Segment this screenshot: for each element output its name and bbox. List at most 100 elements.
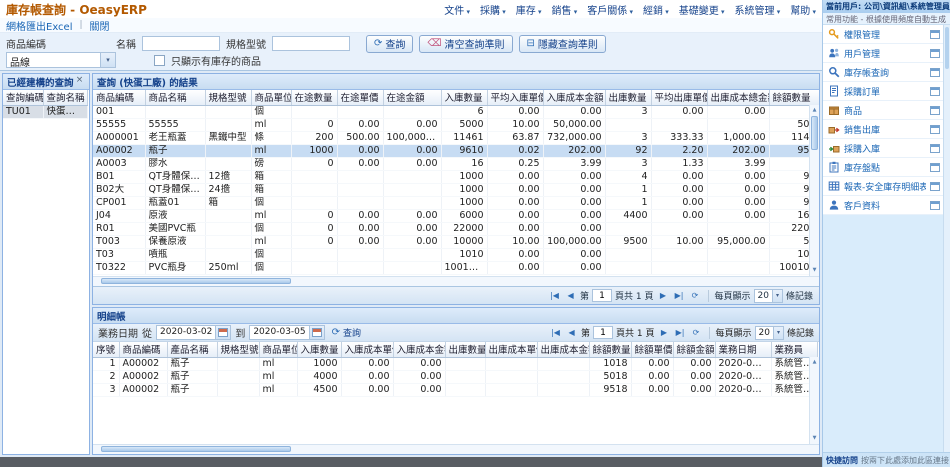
- first-page-button[interactable]: |◀: [548, 289, 561, 302]
- menu-inventory[interactable]: 庫存: [516, 2, 542, 17]
- table-row[interactable]: R01美國PVC瓶個00.000.00220000.000.0022000: [93, 222, 819, 235]
- menu-help[interactable]: 幫助: [790, 2, 816, 17]
- quick-access-bar[interactable]: 快捷訪問 按兩下此處添加此區連接: [823, 452, 950, 467]
- sidebar-item-stocktake[interactable]: 庫存盤點: [823, 158, 950, 177]
- column-header[interactable]: 入庫數量: [441, 90, 487, 105]
- scrollbar-thumb[interactable]: [101, 278, 291, 284]
- spec-input[interactable]: [272, 36, 350, 51]
- refresh-button[interactable]: ⟳: [690, 326, 703, 339]
- table-row[interactable]: A0003膠水磅00.000.00160.253.9931.333.9913: [93, 157, 819, 170]
- page-size-select[interactable]: 20 ▾: [755, 326, 784, 340]
- prev-page-button[interactable]: ◀: [565, 326, 578, 339]
- column-header[interactable]: 在途金額: [383, 90, 441, 105]
- column-header[interactable]: 餘額金額: [673, 342, 715, 357]
- stock-only-checkbox[interactable]: [154, 55, 165, 66]
- table-row[interactable]: B01QT身體保養...12擔箱10000.000.0040.000.00996: [93, 170, 819, 183]
- open-window-icon[interactable]: [930, 87, 940, 96]
- column-header[interactable]: 餘額數量: [769, 90, 819, 105]
- column-header[interactable]: 在途單價: [337, 90, 383, 105]
- product-code-select[interactable]: 品線 ▾: [6, 52, 116, 68]
- column-header[interactable]: 序號: [93, 342, 119, 357]
- open-window-icon[interactable]: [930, 182, 940, 191]
- vertical-scrollbar[interactable]: ▲ ▼: [809, 357, 819, 444]
- column-header[interactable]: 商品編碼: [119, 342, 167, 357]
- to-date-field[interactable]: 2020-03-05: [249, 325, 324, 340]
- table-row[interactable]: A00002瓶子ml10000.000.0096100.02202.00922.…: [93, 144, 819, 157]
- open-window-icon[interactable]: [930, 106, 940, 115]
- menu-distribution[interactable]: 經銷: [643, 2, 669, 17]
- table-row[interactable]: 1A00002瓶子ml10000.000.0010180.000.002020-…: [93, 357, 817, 370]
- open-window-icon[interactable]: [930, 30, 940, 39]
- open-window-icon[interactable]: [930, 49, 940, 58]
- sidebar-item-purchase-order[interactable]: 採購訂單: [823, 82, 950, 101]
- scroll-up-icon[interactable]: ▲: [810, 358, 819, 367]
- detail-query-button[interactable]: ⟳ 查詢: [329, 326, 364, 339]
- refresh-button[interactable]: ⟳: [689, 289, 702, 302]
- column-header[interactable]: 入庫成本單價: [341, 342, 393, 357]
- column-header[interactable]: 商品編碼: [93, 90, 145, 105]
- open-window-icon[interactable]: [930, 201, 940, 210]
- column-header[interactable]: 入庫數量: [297, 342, 341, 357]
- column-header[interactable]: 查詢編碼: [3, 90, 43, 105]
- clear-criteria-button[interactable]: ⌫ 清空查詢準則: [419, 35, 512, 53]
- from-date-field[interactable]: 2020-03-02: [156, 325, 231, 340]
- hide-criteria-button[interactable]: ⊟ 隱藏查詢準則: [519, 35, 606, 53]
- column-header[interactable]: 產品名稱: [167, 342, 217, 357]
- export-excel-link[interactable]: 網格匯出Excel: [6, 18, 73, 33]
- scroll-down-icon[interactable]: ▼: [810, 266, 819, 275]
- scrollbar-thumb[interactable]: [101, 446, 291, 452]
- sidebar-item-purchase-inbound[interactable]: 採購入庫: [823, 139, 950, 158]
- open-window-icon[interactable]: [930, 144, 940, 153]
- first-page-button[interactable]: |◀: [549, 326, 562, 339]
- column-header[interactable]: 出庫數量: [605, 90, 651, 105]
- close-panel-icon[interactable]: ×: [74, 76, 85, 87]
- next-page-button[interactable]: ▶: [658, 326, 671, 339]
- column-header[interactable]: 商品單位: [259, 342, 297, 357]
- scroll-down-icon[interactable]: ▼: [810, 434, 819, 443]
- scrollbar-thumb[interactable]: [945, 27, 949, 69]
- table-row[interactable]: 001個60.000.0030.000.003: [93, 105, 819, 118]
- scrollbar-thumb[interactable]: [811, 116, 818, 150]
- menu-customer-relations[interactable]: 客戶關係: [587, 2, 633, 17]
- page-number-input[interactable]: [592, 289, 612, 302]
- column-header[interactable]: 規格型號: [217, 342, 259, 357]
- table-row[interactable]: B02大QT身體保養...24擔箱10000.000.0010.000.0099…: [93, 183, 819, 196]
- last-page-button[interactable]: ▶|: [673, 289, 686, 302]
- column-header[interactable]: 平均出庫單價: [651, 90, 707, 105]
- table-row[interactable]: T03噴瓶個10100.000.001010: [93, 248, 819, 261]
- column-header[interactable]: 查詢名稱: [43, 90, 87, 105]
- table-row[interactable]: 2A00002瓶子ml40000.000.0050180.000.002020-…: [93, 370, 817, 383]
- column-header[interactable]: 業務日期: [715, 342, 771, 357]
- table-row[interactable]: T003保養原液ml00.000.001000010.00100,000.009…: [93, 235, 819, 248]
- menu-system-management[interactable]: 系統管理: [735, 2, 781, 17]
- next-page-button[interactable]: ▶: [657, 289, 670, 302]
- query-button[interactable]: ⟳ 查詢: [366, 35, 413, 53]
- column-header[interactable]: 規格型號: [205, 90, 251, 105]
- sidebar-scrollbar[interactable]: [943, 25, 950, 452]
- dropdown-arrow-icon[interactable]: ▾: [100, 53, 115, 67]
- table-row[interactable]: TU01快蛋工廠: [3, 105, 87, 118]
- menu-sales[interactable]: 銷售: [552, 2, 578, 17]
- column-header[interactable]: 出庫成本總金額: [707, 90, 769, 105]
- open-window-icon[interactable]: [930, 163, 940, 172]
- column-header[interactable]: 入庫成本金額: [543, 90, 605, 105]
- column-header[interactable]: 商品名稱: [145, 90, 205, 105]
- column-header[interactable]: 業務員: [771, 342, 817, 357]
- column-header[interactable]: 入庫成本金額: [393, 342, 445, 357]
- column-header[interactable]: 餘額單價: [631, 342, 673, 357]
- column-header[interactable]: 出庫數量: [445, 342, 485, 357]
- calendar-icon[interactable]: [309, 326, 324, 339]
- prev-page-button[interactable]: ◀: [564, 289, 577, 302]
- table-row[interactable]: J04原液ml00.000.0060000.000.0044000.000.00…: [93, 209, 819, 222]
- menu-basic-settings[interactable]: 基礎變更: [679, 2, 725, 17]
- column-header[interactable]: 商品單位: [251, 90, 291, 105]
- sidebar-item-permission-management[interactable]: 權限管理: [823, 25, 950, 44]
- column-header[interactable]: 餘額數量: [589, 342, 631, 357]
- horizontal-scrollbar[interactable]: [93, 276, 819, 286]
- open-window-icon[interactable]: [930, 68, 940, 77]
- scroll-up-icon[interactable]: ▲: [810, 106, 819, 115]
- table-row[interactable]: A000001老王瓶蓋黑鐵中型條200500.00100,000.0011461…: [93, 131, 819, 144]
- column-header[interactable]: 出庫成本單價: [485, 342, 537, 357]
- sidebar-item-user-management[interactable]: 用戶管理: [823, 44, 950, 63]
- table-row[interactable]: 3A00002瓶子ml45000.000.0095180.000.002020-…: [93, 383, 817, 396]
